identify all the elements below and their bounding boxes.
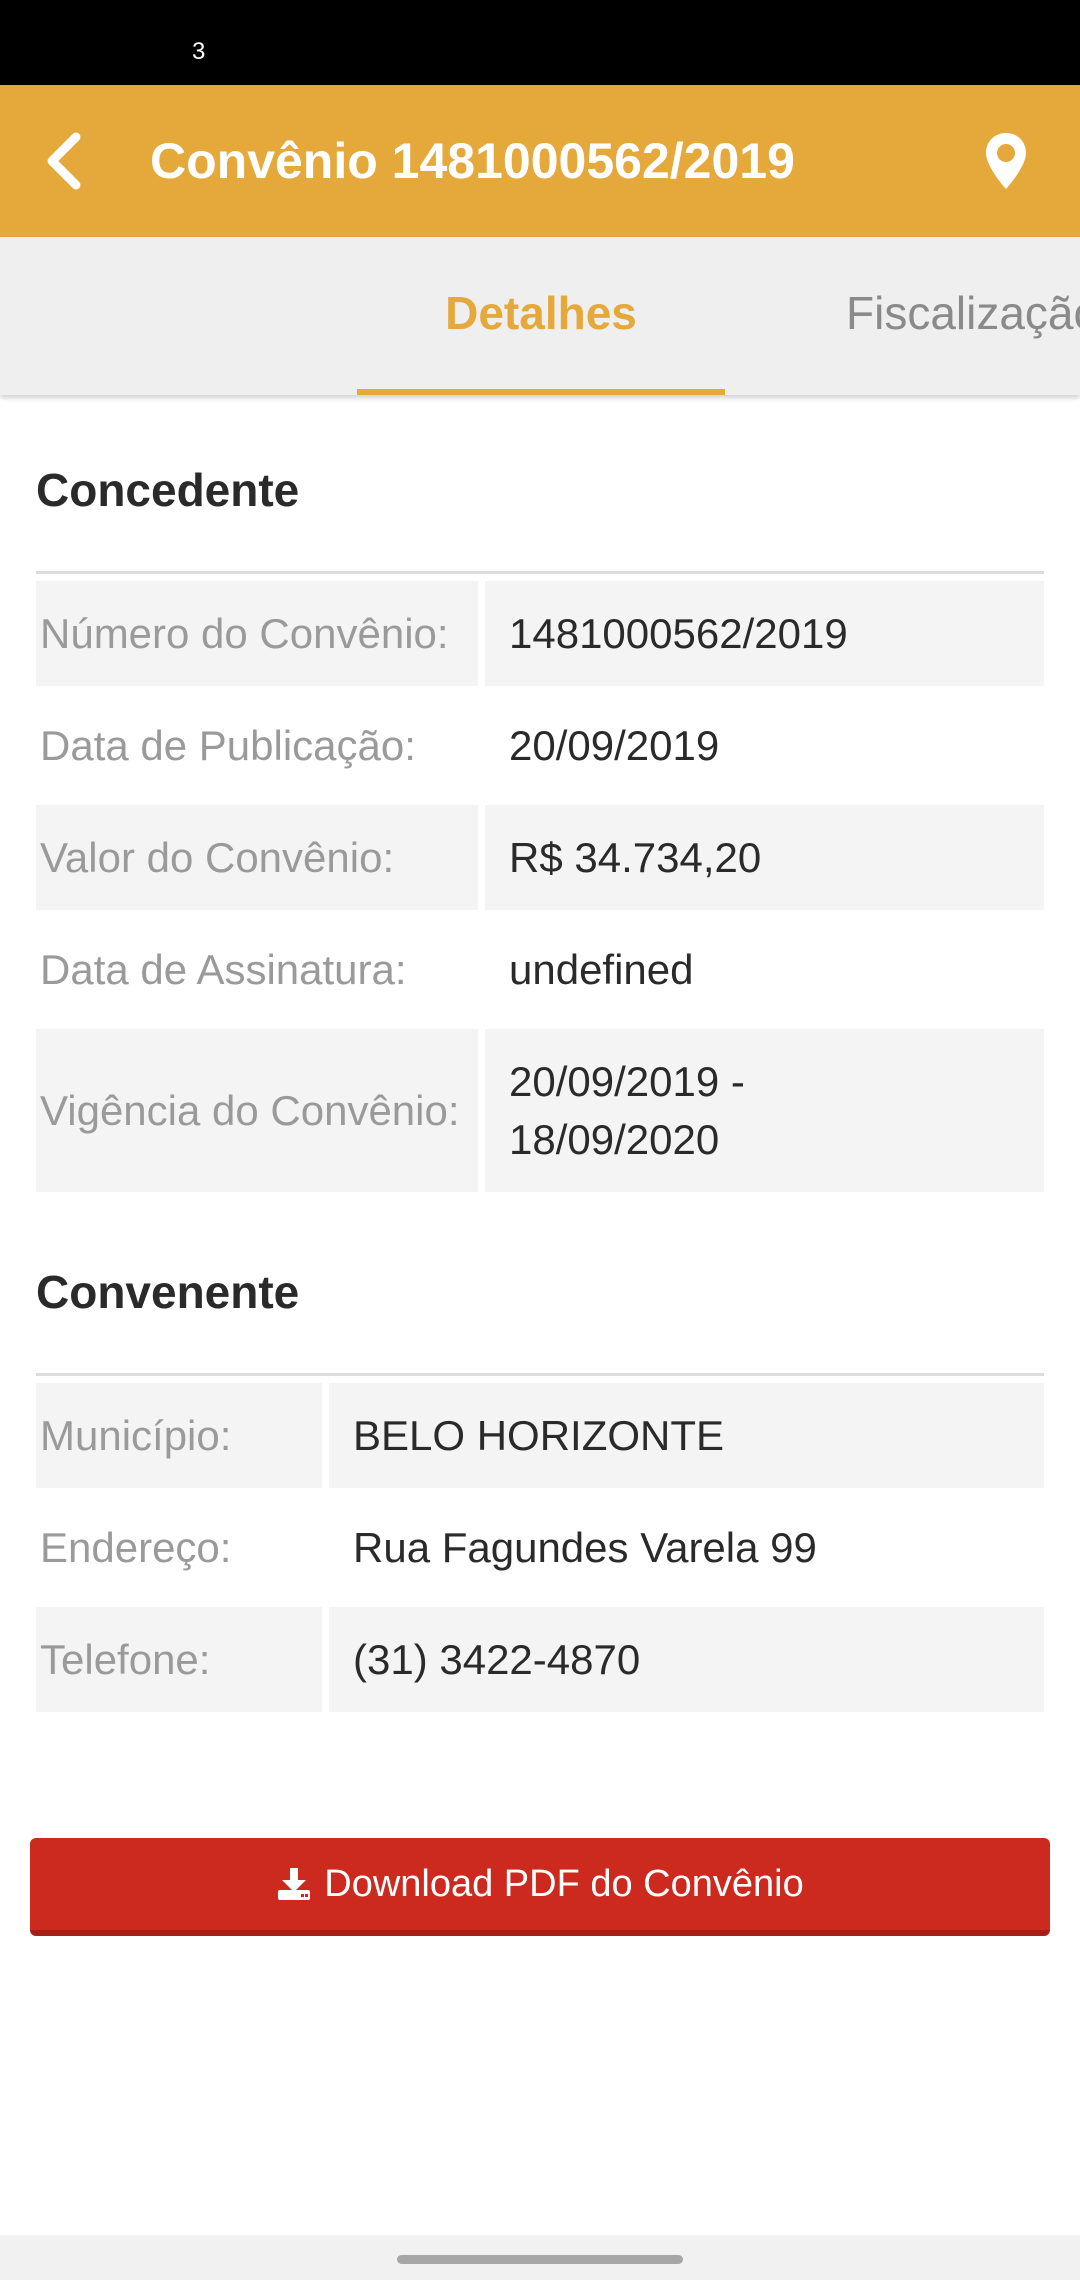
- tab-fiscalizacao[interactable]: Fiscalização: [846, 237, 1080, 395]
- home-indicator[interactable]: [397, 2255, 683, 2264]
- detail-row-numero: Número do Convênio: 1481000562/2019: [36, 581, 1044, 686]
- tab-bar: Detalhes Fiscalização: [0, 237, 1080, 395]
- detail-label: Valor do Convênio:: [36, 805, 478, 910]
- detail-value: BELO HORIZONTE: [329, 1383, 1044, 1488]
- detail-row-telefone: Telefone: (31) 3422-4870: [36, 1607, 1044, 1712]
- divider: [36, 1373, 1044, 1376]
- notification-count: 3: [192, 38, 206, 65]
- section-title-convenente: Convenente: [36, 1266, 300, 1318]
- detail-row-vigencia: Vigência do Convênio: 20/09/2019 - 18/09…: [36, 1029, 1044, 1192]
- map-pin-icon: [986, 133, 1026, 189]
- detail-label: Telefone:: [36, 1607, 322, 1712]
- detail-value: 1481000562/2019: [485, 581, 1044, 686]
- detail-label: Vigência do Convênio:: [36, 1029, 478, 1192]
- detail-value: R$ 34.734,20: [485, 805, 1044, 910]
- detail-row-publicacao: Data de Publicação: 20/09/2019: [36, 693, 1044, 798]
- gesture-nav-area: [0, 2235, 1080, 2280]
- divider: [36, 571, 1044, 574]
- detail-row-assinatura: Data de Assinatura: undefined: [36, 917, 1044, 1022]
- detail-value: undefined: [509, 945, 694, 993]
- detail-label: Número do Convênio:: [36, 581, 478, 686]
- detail-label: Município:: [36, 1383, 322, 1488]
- detail-value: Rua Fagundes Varela 99: [353, 1523, 817, 1571]
- section-title-concedente: Concedente: [36, 464, 300, 516]
- page-title: Convênio 1481000562/2019: [150, 133, 795, 189]
- download-pdf-button[interactable]: Download PDF do Convênio: [30, 1838, 1050, 1936]
- detail-value: 20/09/2019 - 18/09/2020: [485, 1029, 1044, 1192]
- location-button[interactable]: [974, 125, 1038, 197]
- status-bar: 3: [0, 0, 1080, 85]
- download-icon: [276, 1866, 312, 1902]
- app-bar: Convênio 1481000562/2019: [0, 85, 1080, 237]
- detail-label: Data de Assinatura:: [40, 945, 407, 993]
- detail-value: 20/09/2019: [509, 721, 720, 769]
- back-button[interactable]: [36, 125, 92, 197]
- download-label: Download PDF do Convênio: [324, 1862, 804, 1905]
- tab-detalhes[interactable]: Detalhes: [357, 237, 725, 395]
- detail-row-endereco: Endereço: Rua Fagundes Varela 99: [36, 1495, 1044, 1600]
- detail-label: Data de Publicação:: [40, 721, 416, 769]
- detail-row-municipio: Município: BELO HORIZONTE: [36, 1383, 1044, 1488]
- detail-label: Endereço:: [40, 1523, 232, 1571]
- detail-row-valor: Valor do Convênio: R$ 34.734,20: [36, 805, 1044, 910]
- chevron-left-icon: [47, 132, 81, 190]
- detail-value: (31) 3422-4870: [329, 1607, 1044, 1712]
